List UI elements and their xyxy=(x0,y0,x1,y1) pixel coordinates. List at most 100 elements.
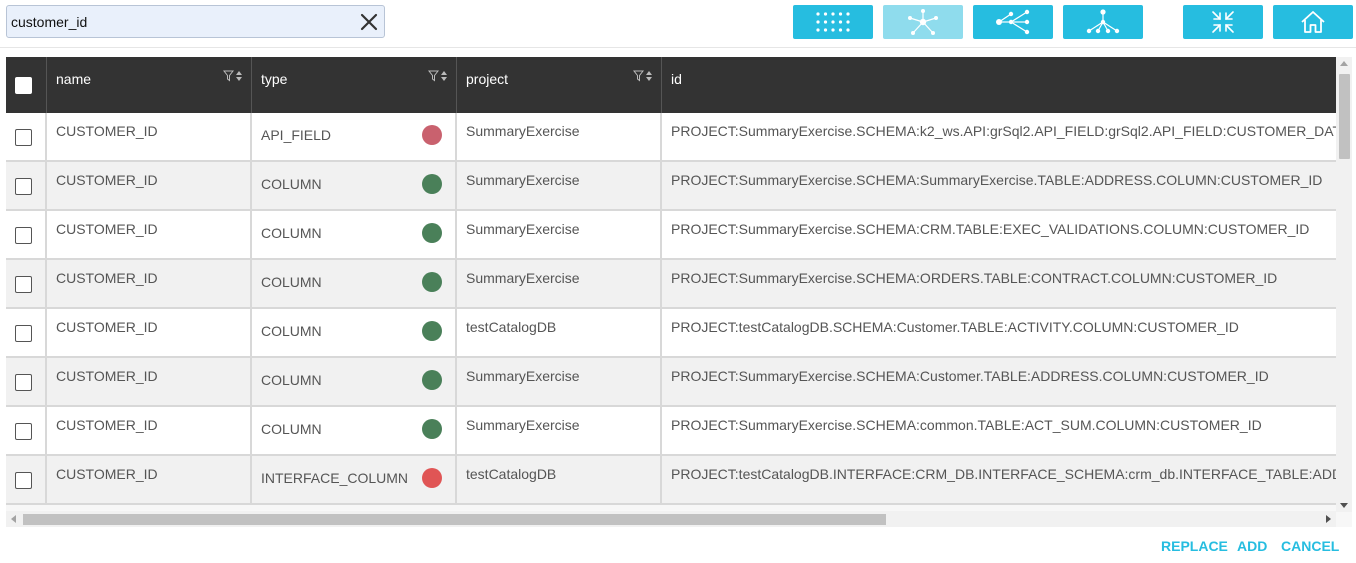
replace-button[interactable]: REPLACE xyxy=(1161,538,1228,554)
table-row[interactable]: CUSTOMER_ID COLUMN SummaryExercise PROJECT:… xyxy=(6,358,1336,407)
name-cell: CUSTOMER_ID xyxy=(47,260,252,309)
project-cell: SummaryExercise xyxy=(457,211,662,260)
row-checkbox[interactable] xyxy=(15,325,32,342)
type-status-dot xyxy=(422,223,442,243)
scroll-left-arrow-icon[interactable] xyxy=(11,515,16,523)
collapse-button[interactable] xyxy=(1183,5,1263,39)
name-value: CUSTOMER_ID xyxy=(56,466,158,482)
project-value: testCatalogDB xyxy=(466,319,557,335)
type-cell: COLUMN xyxy=(252,309,457,358)
project-value: SummaryExercise xyxy=(466,172,580,188)
sort-icon[interactable] xyxy=(235,70,243,82)
table-row[interactable]: CUSTOMER_ID API_FIELD SummaryExercise PROJE… xyxy=(6,113,1336,162)
row-checkbox[interactable] xyxy=(15,129,32,146)
header-select-cell xyxy=(6,57,47,113)
tree-vertical-icon xyxy=(1086,9,1120,34)
table-row[interactable]: CUSTOMER_ID COLUMN SummaryExercise PROJECT:… xyxy=(6,211,1336,260)
row-select-cell xyxy=(6,358,47,407)
id-value: PROJECT:SummaryExercise.SCHEMA:SummaryEx… xyxy=(671,172,1323,188)
header-name[interactable]: name xyxy=(47,57,252,113)
collapse-arrows-icon xyxy=(1212,11,1234,33)
home-button[interactable] xyxy=(1273,5,1353,39)
sort-icon[interactable] xyxy=(440,70,448,82)
row-checkbox[interactable] xyxy=(15,178,32,195)
project-value: SummaryExercise xyxy=(466,270,580,286)
header-id[interactable]: id xyxy=(662,57,1336,113)
force-layout-button[interactable] xyxy=(883,5,963,39)
type-value: COLUMN xyxy=(261,274,322,290)
grid-layout-button[interactable] xyxy=(793,5,873,39)
type-value: COLUMN xyxy=(261,421,322,437)
scroll-up-arrow-icon[interactable] xyxy=(1340,61,1348,66)
type-cell: COLUMN xyxy=(252,211,457,260)
project-value: SummaryExercise xyxy=(466,123,580,139)
project-cell: SummaryExercise xyxy=(457,260,662,309)
sort-icon[interactable] xyxy=(645,70,653,82)
name-cell: CUSTOMER_ID xyxy=(47,211,252,260)
table-row[interactable]: CUSTOMER_ID COLUMN SummaryExercise PROJECT:… xyxy=(6,162,1336,211)
id-value: PROJECT:SummaryExercise.SCHEMA:CRM.TABLE… xyxy=(671,221,1310,237)
search-box xyxy=(6,5,385,38)
row-select-cell xyxy=(6,162,47,211)
type-status-dot xyxy=(422,419,442,439)
vertical-scrollbar[interactable] xyxy=(1336,57,1352,512)
header-name-label: name xyxy=(56,71,92,87)
name-cell: CUSTOMER_ID xyxy=(47,162,252,211)
id-cell: PROJECT:SummaryExercise.SCHEMA:k2_ws.API… xyxy=(662,113,1336,162)
row-checkbox[interactable] xyxy=(15,472,32,489)
tree-horizontal-layout-button[interactable] xyxy=(973,5,1053,39)
header-project[interactable]: project xyxy=(457,57,662,113)
network-graph-icon xyxy=(908,9,938,35)
horizontal-scroll-thumb[interactable] xyxy=(23,514,886,525)
project-cell: testCatalogDB xyxy=(457,456,662,505)
cancel-button[interactable]: CANCEL xyxy=(1281,538,1339,554)
name-value: CUSTOMER_ID xyxy=(56,123,158,139)
table-row[interactable]: CUSTOMER_ID COLUMN SummaryExercise PROJECT:… xyxy=(6,407,1336,456)
horizontal-scrollbar[interactable] xyxy=(6,511,1336,527)
id-cell: PROJECT:SummaryExercise.SCHEMA:ORDERS.TA… xyxy=(662,260,1336,309)
type-cell: API_FIELD xyxy=(252,113,457,162)
id-cell: PROJECT:SummaryExercise.SCHEMA:common.TA… xyxy=(662,407,1336,456)
id-cell: PROJECT:SummaryExercise.SCHEMA:SummaryEx… xyxy=(662,162,1336,211)
table-row[interactable]: CUSTOMER_ID INTERFACE_COLUMN testCatalogDB… xyxy=(6,456,1336,505)
vertical-scroll-thumb[interactable] xyxy=(1339,74,1350,159)
select-all-checkbox[interactable] xyxy=(15,77,32,94)
close-icon[interactable] xyxy=(358,11,380,33)
row-checkbox[interactable] xyxy=(15,374,32,391)
scroll-right-arrow-icon[interactable] xyxy=(1326,515,1331,523)
project-cell: SummaryExercise xyxy=(457,113,662,162)
row-checkbox[interactable] xyxy=(15,423,32,440)
row-select-cell xyxy=(6,211,47,260)
type-value: INTERFACE_COLUMN xyxy=(261,470,409,486)
name-value: CUSTOMER_ID xyxy=(56,368,158,384)
header-type[interactable]: type xyxy=(252,57,457,113)
row-checkbox[interactable] xyxy=(15,276,32,293)
id-cell: PROJECT:SummaryExercise.SCHEMA:CRM.TABLE… xyxy=(662,211,1336,260)
home-icon xyxy=(1301,11,1325,33)
filter-icon[interactable] xyxy=(223,70,234,82)
header-type-label: type xyxy=(261,71,288,87)
type-status-dot xyxy=(422,125,442,145)
name-cell: CUSTOMER_ID xyxy=(47,309,252,358)
type-cell: COLUMN xyxy=(252,162,457,211)
scroll-down-arrow-icon[interactable] xyxy=(1340,503,1348,508)
project-cell: SummaryExercise xyxy=(457,407,662,456)
add-button[interactable]: ADD xyxy=(1237,538,1267,554)
project-value: SummaryExercise xyxy=(466,417,580,433)
row-checkbox[interactable] xyxy=(15,227,32,244)
table-row[interactable]: CUSTOMER_ID COLUMN SummaryExercise PROJECT:… xyxy=(6,260,1336,309)
filter-icon[interactable] xyxy=(428,70,439,82)
name-cell: CUSTOMER_ID xyxy=(47,407,252,456)
type-value: COLUMN xyxy=(261,372,322,388)
id-value: PROJECT:testCatalogDB.INTERFACE:CRM_DB.I… xyxy=(671,466,1336,482)
name-value: CUSTOMER_ID xyxy=(56,417,158,433)
type-cell: COLUMN xyxy=(252,358,457,407)
type-value: COLUMN xyxy=(261,176,322,192)
tree-vertical-layout-button[interactable] xyxy=(1063,5,1143,39)
row-select-cell xyxy=(6,407,47,456)
filter-icon[interactable] xyxy=(633,70,644,82)
search-input[interactable] xyxy=(11,10,351,34)
table-row[interactable]: CUSTOMER_ID COLUMN testCatalogDB PROJECT:te… xyxy=(6,309,1336,358)
row-select-cell xyxy=(6,309,47,358)
id-cell: PROJECT:testCatalogDB.SCHEMA:Customer.TA… xyxy=(662,309,1336,358)
